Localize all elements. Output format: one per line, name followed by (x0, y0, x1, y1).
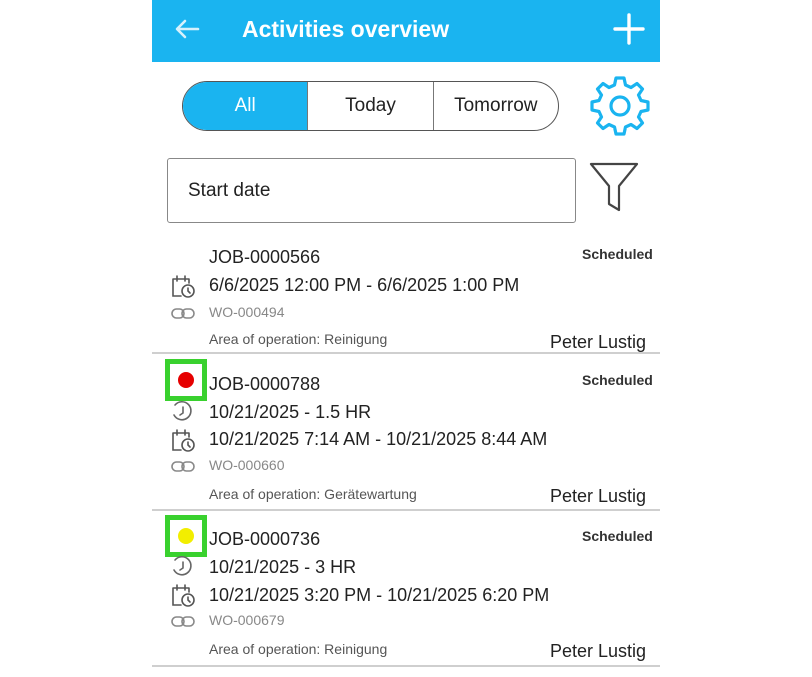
status-badge: Scheduled (582, 528, 653, 544)
job-number: JOB-0000788 (209, 374, 321, 394)
tab-all[interactable]: All (183, 82, 308, 130)
tab-tomorrow[interactable]: Tomorrow (432, 82, 558, 130)
calendar-clock-icon (172, 275, 195, 298)
status-badge: Scheduled (582, 372, 653, 388)
back-arrow-icon[interactable] (172, 14, 202, 44)
list-item[interactable]: JOB-0000788 Scheduled 10/21/2025 - 1.5 H… (152, 356, 660, 511)
tab-today[interactable]: Today (307, 82, 432, 130)
link-icon (171, 616, 195, 627)
assignee-name: Peter Lustig (550, 332, 647, 352)
area-of-operation: Area of operation: Reinigung (209, 331, 388, 347)
start-date-field[interactable]: Start date (167, 158, 576, 223)
duration: 10/21/2025 - 1.5 HR (209, 402, 372, 422)
work-order-number: WO-000494 (209, 304, 285, 320)
list-item[interactable]: JOB-0000566 Scheduled 6/6/2025 12:00 PM … (152, 238, 660, 354)
calendar-clock-icon (172, 584, 195, 607)
date-range-tabs: All Today Tomorrow (182, 81, 559, 131)
priority-dot (178, 528, 194, 544)
start-date-label: Start date (188, 179, 271, 201)
work-order-number: WO-000679 (209, 612, 285, 628)
list-item[interactable]: JOB-0000736 Scheduled 10/21/2025 - 3 HR … (152, 513, 660, 667)
link-icon (171, 461, 195, 472)
gear-icon[interactable] (590, 76, 650, 136)
time-range: 10/21/2025 3:20 PM - 10/21/2025 6:20 PM (209, 585, 550, 605)
work-order-number: WO-000660 (209, 457, 285, 473)
link-icon (171, 308, 195, 319)
time-range: 6/6/2025 12:00 PM - 6/6/2025 1:00 PM (209, 275, 520, 295)
clock-icon (173, 400, 192, 421)
area-of-operation: Area of operation: Gerätewartung (209, 486, 417, 502)
priority-dot (178, 372, 194, 388)
area-of-operation: Area of operation: Reinigung (209, 641, 388, 657)
app-header: Activities overview (152, 0, 660, 62)
status-badge: Scheduled (582, 246, 653, 262)
time-range: 10/21/2025 7:14 AM - 10/21/2025 8:44 AM (209, 429, 548, 449)
job-number: JOB-0000736 (209, 529, 321, 549)
priority-indicator (165, 359, 207, 401)
priority-indicator (165, 515, 207, 557)
assignee-name: Peter Lustig (550, 486, 647, 506)
calendar-clock-icon (172, 429, 195, 452)
job-number: JOB-0000566 (209, 247, 321, 267)
filter-icon[interactable] (588, 160, 640, 214)
app-screen: Activities overview All Today Tomorrow S… (152, 0, 660, 677)
duration: 10/21/2025 - 3 HR (209, 557, 357, 577)
plus-icon[interactable] (612, 12, 646, 46)
clock-icon (173, 555, 192, 576)
page-title: Activities overview (242, 16, 450, 42)
assignee-name: Peter Lustig (550, 641, 647, 661)
